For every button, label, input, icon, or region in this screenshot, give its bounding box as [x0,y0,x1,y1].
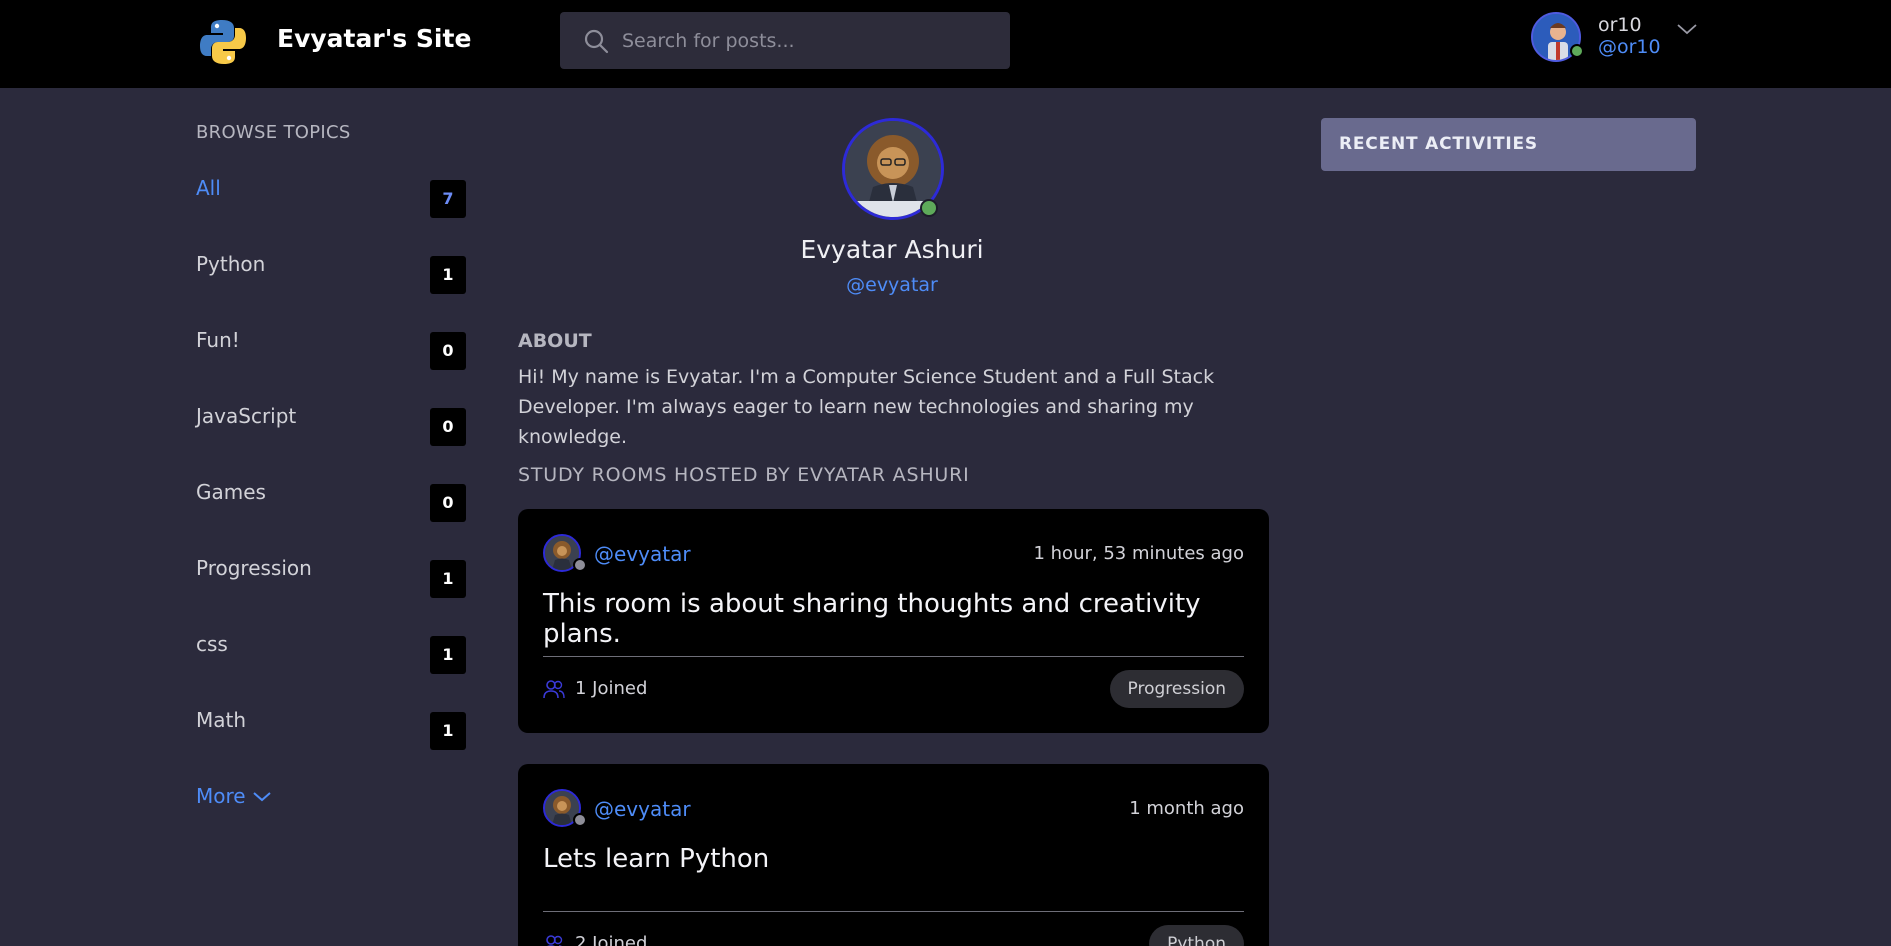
room-title-link[interactable]: This room is about sharing thoughts and … [543,589,1269,649]
topic-count-badge: 1 [430,560,466,598]
status-dot [573,813,587,827]
topic-item-math[interactable]: Math 1 [196,708,466,750]
search-bar[interactable] [560,12,1010,69]
people-icon [543,680,565,699]
topic-label: Games [196,480,266,504]
topic-count-badge: 7 [430,180,466,218]
recent-activities-panel: RECENT ACTIVITIES [1321,118,1696,171]
browse-topics-title: BROWSE TOPICS [196,122,351,143]
room-host-link[interactable]: @evyatar [594,542,691,566]
topic-item-css[interactable]: css 1 [196,632,466,674]
room-joined-count: 2 Joined [575,933,648,946]
topic-item-progression[interactable]: Progression 1 [196,556,466,598]
user-handle[interactable]: @or10 [1598,36,1661,58]
topic-count-badge: 0 [430,408,466,446]
topic-item-all[interactable]: All 7 [196,176,466,218]
topic-label: css [196,632,228,656]
topic-count-badge: 0 [430,332,466,370]
search-input[interactable] [622,12,992,69]
site-title[interactable]: Evyatar's Site [277,24,471,53]
topic-count-badge: 1 [430,712,466,750]
study-rooms-title: STUDY ROOMS HOSTED BY EVYATAR ASHURI [518,464,970,486]
topic-item-fun[interactable]: Fun! 0 [196,328,466,370]
room-topic-tag[interactable]: Python [1149,925,1244,946]
room-timestamp: 1 hour, 53 minutes ago [1033,543,1244,564]
room-timestamp: 1 month ago [1129,798,1244,819]
online-status-dot [1570,44,1584,58]
python-logo-icon[interactable] [197,16,249,68]
topic-label: Python [196,252,266,276]
more-topics-link[interactable]: More [196,784,246,808]
room-title-link[interactable]: Lets learn Python [543,844,769,874]
room-card[interactable]: @evyatar 1 hour, 53 minutes ago This roo… [518,509,1269,733]
topic-label: Progression [196,556,312,580]
topic-label: All [196,176,221,200]
chevron-down-icon[interactable] [1676,22,1698,36]
topic-label: Fun! [196,328,240,352]
search-icon [584,29,609,54]
people-icon [546,935,563,946]
top-navbar: Evyatar's Site or10 @or10 [0,0,1891,88]
divider [543,656,1244,657]
room-host-link[interactable]: @evyatar [594,797,691,821]
topic-item-javascript[interactable]: JavaScript 0 [196,404,466,446]
recent-activities-title: RECENT ACTIVITIES [1339,134,1538,154]
topic-item-games[interactable]: Games 0 [196,480,466,522]
topic-count-badge: 0 [430,484,466,522]
status-dot [573,558,587,572]
topic-item-python[interactable]: Python 1 [196,252,466,294]
room-joined-count: 1 Joined [575,678,648,699]
room-card[interactable]: @evyatar 1 month ago Lets learn Python 2… [518,764,1269,946]
topic-count-badge: 1 [430,256,466,294]
topic-count-badge: 1 [430,636,466,674]
profile-name: Evyatar Ashuri [800,235,984,264]
online-status-dot [920,199,938,217]
room-topic-tag[interactable]: Progression [1109,670,1244,708]
profile-handle[interactable]: @evyatar [692,274,1092,296]
divider [543,911,1244,912]
topic-label: Math [196,708,247,732]
topic-label: JavaScript [196,404,297,428]
about-title: ABOUT [518,330,592,352]
user-name[interactable]: or10 [1598,14,1642,36]
about-text: Hi! My name is Evyatar. I'm a Computer S… [518,366,1215,448]
chevron-down-icon[interactable] [252,790,272,804]
